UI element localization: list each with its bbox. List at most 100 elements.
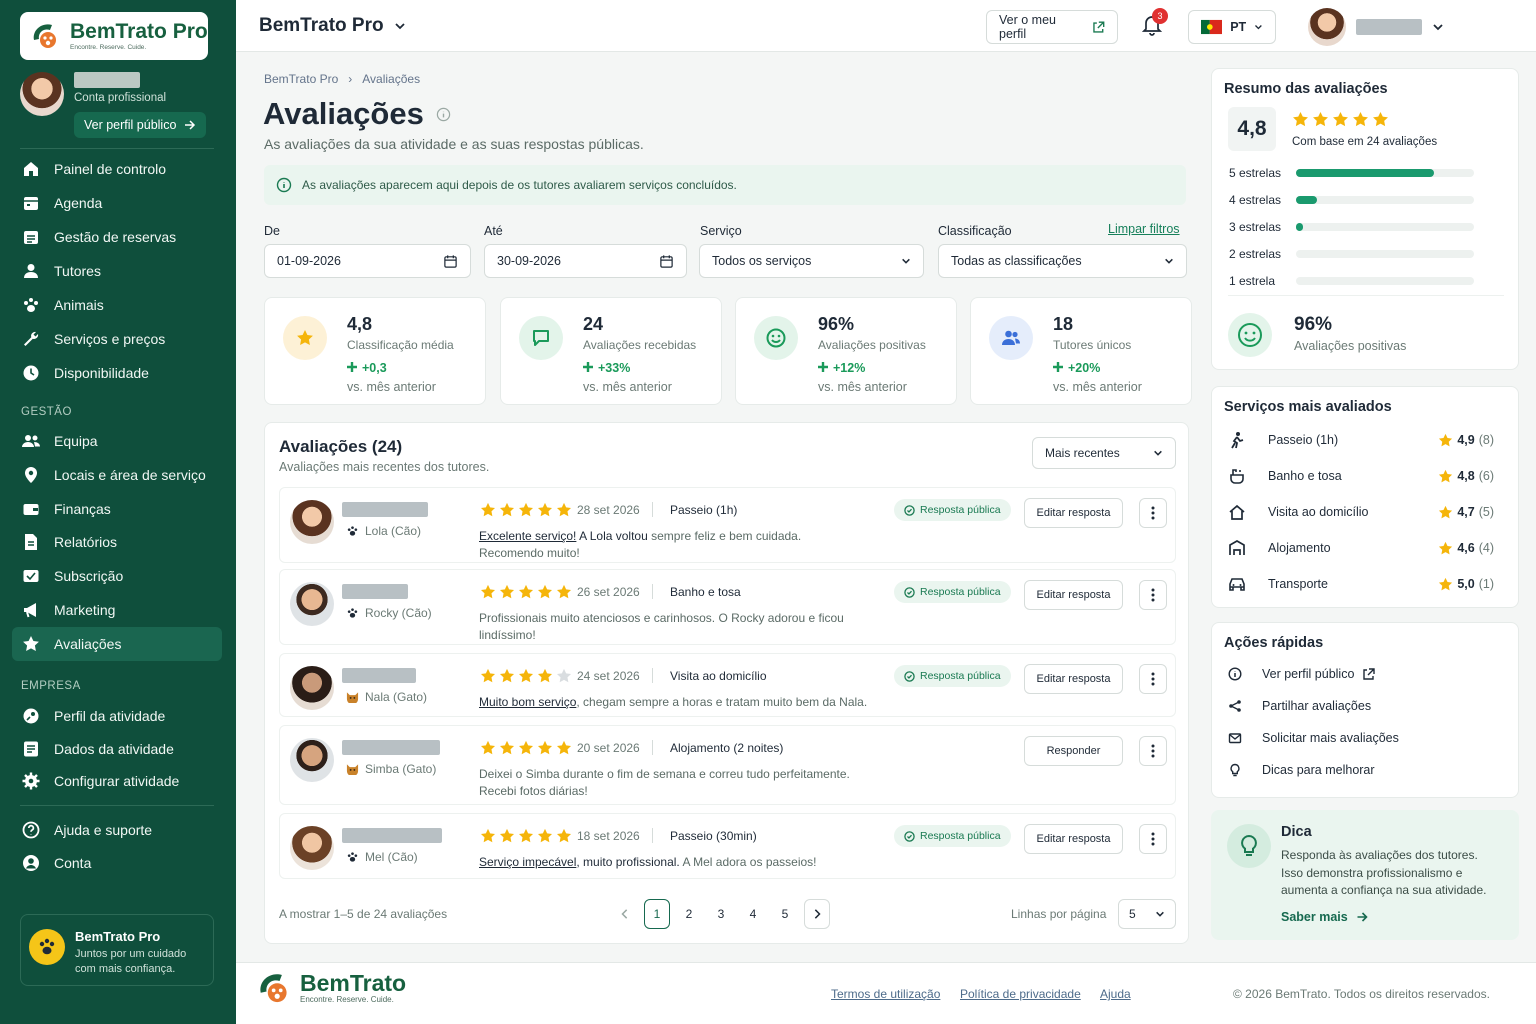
sidebar-item-label: Painel de controlo bbox=[54, 161, 167, 177]
quick-action[interactable]: Solicitar mais avaliações bbox=[1228, 731, 1399, 745]
star-icon bbox=[499, 502, 515, 517]
reviews-title: Avaliações (24) bbox=[279, 437, 403, 456]
footer-logo[interactable]: BemTrato Encontre. Reserve. Cuide. bbox=[256, 969, 406, 1007]
privacy-link[interactable]: Política de privacidade bbox=[960, 987, 1081, 1001]
edit-reply-button[interactable]: Editar resposta bbox=[1024, 824, 1123, 854]
more-options-button[interactable] bbox=[1139, 498, 1167, 528]
sidebar-item-conta[interactable]: Conta bbox=[12, 846, 222, 880]
top-services-title: Serviços mais avaliados bbox=[1224, 399, 1392, 415]
page-button[interactable]: 2 bbox=[676, 899, 702, 929]
external-link-icon bbox=[1363, 667, 1376, 680]
user-menu[interactable] bbox=[1308, 8, 1444, 46]
sidebar-item-equipa[interactable]: Equipa bbox=[12, 424, 222, 458]
service-rating: 4,9 (8) bbox=[1438, 433, 1494, 448]
service-name: Alojamento bbox=[1268, 541, 1331, 555]
top-service-row[interactable]: Passeio (1h) 4,9 (8) bbox=[1228, 429, 1494, 451]
learn-more-link[interactable]: Saber mais bbox=[1281, 910, 1369, 924]
paw-icon bbox=[29, 929, 65, 965]
cat-icon bbox=[346, 764, 359, 775]
sidebar-item-dados-da-atividade[interactable]: Dados da atividade bbox=[12, 732, 222, 766]
star-icon bbox=[283, 316, 327, 360]
next-page-button[interactable] bbox=[804, 899, 830, 929]
chevron-down-icon bbox=[394, 23, 405, 30]
help-link[interactable]: Ajuda bbox=[1100, 987, 1131, 1001]
reviews-card: Avaliações (24) Avaliações mais recentes… bbox=[264, 422, 1189, 944]
review-service: Alojamento (2 noites) bbox=[670, 741, 784, 755]
notifications-button[interactable]: 3 bbox=[1142, 8, 1168, 36]
top-service-row[interactable]: Transporte 5,0 (1) bbox=[1228, 573, 1494, 595]
app-logo[interactable]: BemTrato Pro Encontre. Reserve. Cuide. bbox=[20, 12, 208, 60]
edit-reply-button[interactable]: Editar resposta bbox=[1024, 580, 1123, 610]
service-select[interactable]: Todos os serviços bbox=[699, 244, 924, 278]
breadcrumb: BemTrato Pro › Avaliações bbox=[264, 72, 420, 86]
kpi-comparison: vs. mês anterior bbox=[347, 380, 436, 394]
edit-reply-button[interactable]: Editar resposta bbox=[1024, 664, 1123, 694]
quick-action[interactable]: Dicas para melhorar bbox=[1228, 763, 1375, 777]
sidebar-item-animais[interactable]: Animais bbox=[12, 288, 222, 322]
sidebar-item-marketing[interactable]: Marketing bbox=[12, 593, 222, 627]
sidebar-item-avaliacoes[interactable]: Avaliações bbox=[12, 626, 222, 661]
more-options-button[interactable] bbox=[1139, 664, 1167, 694]
divider bbox=[1228, 295, 1504, 296]
page-button[interactable]: 3 bbox=[708, 899, 734, 929]
sidebar-item-financas[interactable]: Finanças bbox=[12, 492, 222, 526]
edit-reply-button[interactable]: Editar resposta bbox=[1024, 498, 1123, 528]
top-service-row[interactable]: Visita ao domicílio 4,7 (5) bbox=[1228, 501, 1494, 523]
pet-label: Lola (Cão) bbox=[365, 524, 422, 538]
sort-select[interactable]: Mais recentes bbox=[1032, 437, 1176, 469]
kpi-comparison: vs. mês anterior bbox=[1053, 380, 1142, 394]
quick-action[interactable]: Ver perfil público bbox=[1228, 667, 1376, 681]
sidebar-item-perfil-da-atividade[interactable]: Perfil da atividade bbox=[12, 699, 222, 733]
avatar[interactable] bbox=[20, 72, 64, 116]
breadcrumb-root[interactable]: BemTrato Pro bbox=[264, 72, 338, 86]
review-text: Serviço impecável, muito profissional. A… bbox=[479, 854, 869, 871]
sidebar-item-tutores[interactable]: Tutores bbox=[12, 254, 222, 288]
more-options-button[interactable] bbox=[1139, 736, 1167, 766]
review-stars bbox=[480, 668, 572, 684]
sidebar-item-disponibilidade[interactable]: Disponibilidade bbox=[12, 356, 222, 390]
more-options-button[interactable] bbox=[1139, 580, 1167, 610]
sidebar-item-configurar-atividade[interactable]: Configurar atividade bbox=[12, 764, 222, 798]
info-icon[interactable] bbox=[436, 107, 451, 122]
page-button[interactable]: 1 bbox=[644, 899, 670, 929]
language-selector[interactable]: PT bbox=[1188, 10, 1276, 44]
quick-action[interactable]: Partilhar avaliações bbox=[1228, 699, 1371, 713]
sidebar-item-label: Marketing bbox=[54, 602, 116, 618]
to-date-input[interactable]: 30-09-2026 bbox=[484, 244, 687, 278]
sidebar-item-agenda[interactable]: Agenda bbox=[12, 186, 222, 220]
reply-button[interactable]: Responder bbox=[1024, 736, 1123, 766]
view-my-profile-button[interactable]: Ver o meu perfil bbox=[986, 10, 1118, 44]
section-empresa: EMPRESA bbox=[21, 680, 81, 692]
sidebar-item-servicos-e-precos[interactable]: Serviços e preços bbox=[12, 322, 222, 356]
kpi-value: 96% bbox=[818, 314, 855, 334]
account-type: Conta profissional bbox=[74, 92, 167, 104]
service-name: Transporte bbox=[1268, 577, 1328, 591]
star-icon bbox=[1439, 541, 1453, 554]
rows-per-page-select[interactable]: 5 bbox=[1118, 899, 1176, 929]
top-service-row[interactable]: Banho e tosa 4,8 (6) bbox=[1228, 465, 1494, 487]
review-stars bbox=[480, 740, 572, 756]
sidebar-item-locais-e-area-de-servico[interactable]: Locais e área de serviço bbox=[12, 458, 222, 492]
clear-filters-link[interactable]: Limpar filtros bbox=[1108, 222, 1180, 236]
workspace-selector[interactable]: BemTrato Pro bbox=[259, 15, 406, 37]
reviewer-name-redacted bbox=[342, 584, 408, 599]
external-link-icon bbox=[1093, 20, 1105, 33]
sidebar-item-subscricao[interactable]: Subscrição bbox=[12, 559, 222, 593]
page-button[interactable]: 4 bbox=[740, 899, 766, 929]
bath-icon bbox=[1230, 469, 1244, 484]
sidebar-item-relatorios[interactable]: Relatórios bbox=[12, 525, 222, 559]
page-button[interactable]: 5 bbox=[772, 899, 798, 929]
top-service-row[interactable]: Alojamento 4,6 (4) bbox=[1228, 537, 1494, 559]
sidebar-item-painel-de-controlo[interactable]: Painel de controlo bbox=[12, 152, 222, 186]
more-options-button[interactable] bbox=[1139, 824, 1167, 854]
to-label: Até bbox=[484, 224, 503, 238]
public-profile-button[interactable]: Ver perfil público bbox=[74, 112, 207, 138]
rating-select[interactable]: Todas as classificações bbox=[938, 244, 1187, 278]
rating-distribution-row: 1 estrela 0 bbox=[1229, 273, 1536, 289]
sidebar-item-ajuda-e-suporte[interactable]: Ajuda e suporte bbox=[12, 813, 222, 847]
prev-page-button[interactable] bbox=[612, 899, 638, 929]
star-icon bbox=[499, 584, 515, 599]
from-date-input[interactable]: 01-09-2026 bbox=[264, 244, 471, 278]
sidebar-item-gestao-de-reservas[interactable]: Gestão de reservas bbox=[12, 220, 222, 254]
terms-link[interactable]: Termos de utilização bbox=[831, 987, 940, 1001]
